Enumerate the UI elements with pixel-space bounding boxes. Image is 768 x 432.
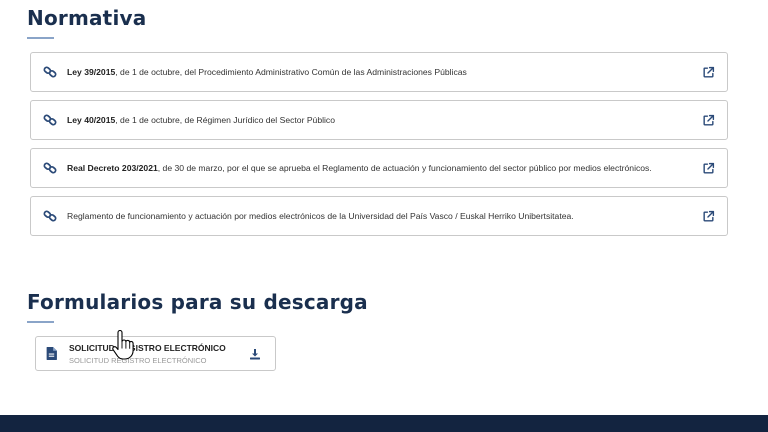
form-subtitle: SOLICITUD REGISTRO ELECTRÓNICO [69,355,207,365]
link-icon [43,114,57,126]
form-texts: SOLICITUD REGISTRO ELECTRÓNICO SOLICITUD… [69,343,239,365]
law-item[interactable]: Ley 40/2015, de 1 de octubre, de Régimen… [30,100,728,140]
link-icon [43,66,57,78]
external-link-icon[interactable] [702,114,715,127]
download-icon[interactable] [249,348,261,360]
link-icon [43,210,57,222]
law-text: Reglamento de funcionamiento y actuación… [67,211,574,221]
link-icon [43,162,57,174]
external-link-icon[interactable] [702,66,715,79]
law-text: Real Decreto 203/2021, de 30 de marzo, p… [67,163,652,173]
formularios-title-underline [27,321,54,323]
footer-bar [0,415,768,432]
law-item[interactable]: Reglamento de funcionamiento y actuación… [30,196,728,236]
formularios-title: Formularios para su descarga [27,290,368,314]
law-item[interactable]: Ley 39/2015, de 1 de octubre, del Proced… [30,52,728,92]
external-link-icon[interactable] [702,210,715,223]
law-text: Ley 40/2015, de 1 de octubre, de Régimen… [67,115,336,125]
normativa-list: Ley 39/2015, de 1 de octubre, del Proced… [30,52,728,244]
law-item[interactable]: Real Decreto 203/2021, de 30 de marzo, p… [30,148,728,188]
form-download-card[interactable]: SOLICITUD REGISTRO ELECTRÓNICO SOLICITUD… [35,336,276,371]
hand-cursor-icon [112,330,134,360]
form-title: SOLICITUD REGISTRO ELECTRÓNICO [69,342,226,353]
document-icon [46,347,57,360]
external-link-icon[interactable] [702,162,715,175]
normativa-title-underline [27,37,54,39]
normativa-title: Normativa [27,6,147,30]
law-text: Ley 39/2015, de 1 de octubre, del Proced… [67,67,467,77]
